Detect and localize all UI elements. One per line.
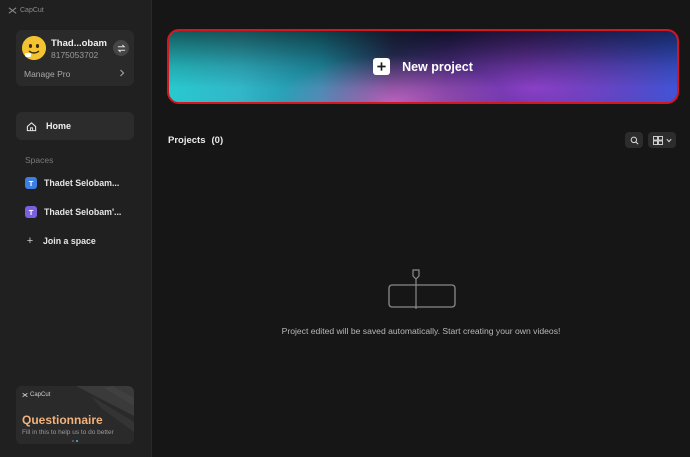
app-logo: CapCut: [8, 6, 44, 15]
main-panel: New project Projects (0) Project edited w…: [152, 0, 690, 457]
capcut-logo-icon: [22, 392, 28, 398]
join-space-button[interactable]: + Join a space: [25, 235, 96, 247]
join-space-label: Join a space: [43, 236, 96, 246]
search-icon: [630, 136, 638, 144]
search-button[interactable]: [625, 132, 643, 148]
banner-title: Questionnaire: [22, 413, 103, 427]
banner-subtitle: Fill in this to help us to do better: [22, 429, 114, 436]
chevron-right-icon[interactable]: [118, 68, 126, 78]
banner-logo-text: CapCut: [30, 392, 51, 398]
sidebar: CapCut Thad...obam 8175053702 Manage Pro: [0, 0, 152, 457]
new-project-button[interactable]: New project: [167, 29, 679, 104]
space-badge: T: [25, 177, 37, 189]
capcut-logo-icon: [8, 7, 17, 14]
switch-account-icon: [117, 44, 125, 52]
plus-glyph: [377, 62, 386, 71]
projects-label: Projects: [168, 135, 206, 146]
new-project-label: New project: [402, 59, 473, 74]
projects-heading: Projects (0): [168, 135, 223, 146]
sidebar-item-label: Home: [46, 121, 72, 131]
sidebar-item-home[interactable]: Home: [16, 112, 134, 140]
plus-icon: [373, 58, 391, 75]
account-card[interactable]: Thad...obam 8175053702 Manage Pro: [16, 30, 134, 86]
view-toggle-button[interactable]: [648, 132, 676, 148]
sidebar-item-space-1[interactable]: T Thadet Selobam...: [25, 176, 119, 190]
home-icon: [26, 121, 37, 131]
questionnaire-banner[interactable]: CapCut Questionnaire Fill in this to hel…: [16, 386, 134, 444]
sidebar-item-space-2[interactable]: T Thadet Selobam'...: [25, 205, 121, 219]
space-badge: T: [25, 206, 37, 218]
projects-count: (0): [211, 135, 224, 146]
banner-logo: CapCut: [22, 392, 50, 398]
carousel-dot[interactable]: [72, 440, 74, 442]
account-id: 8175053702: [51, 50, 99, 60]
new-project-content: New project: [169, 31, 677, 102]
space-name: Thadet Selobam...: [44, 178, 120, 188]
plus-icon: +: [26, 235, 34, 247]
carousel-dot-active[interactable]: [76, 440, 78, 442]
space-name: Thadet Selobam'...: [44, 207, 122, 217]
spaces-heading: Spaces: [25, 155, 54, 165]
switch-account-button[interactable]: [113, 40, 129, 56]
avatar-emoji-icon: [22, 36, 46, 60]
app-name: CapCut: [20, 7, 44, 14]
avatar[interactable]: [22, 36, 46, 60]
account-name: Thad...obam: [51, 38, 107, 49]
manage-pro-link[interactable]: Manage Pro: [24, 69, 70, 79]
carousel-dots[interactable]: [72, 440, 78, 442]
empty-timeline-icon: [388, 269, 456, 309]
grid-view-icon: [652, 135, 663, 145]
chevron-down-icon: [665, 138, 672, 142]
empty-state-message: Project edited will be saved automatical…: [281, 326, 561, 336]
